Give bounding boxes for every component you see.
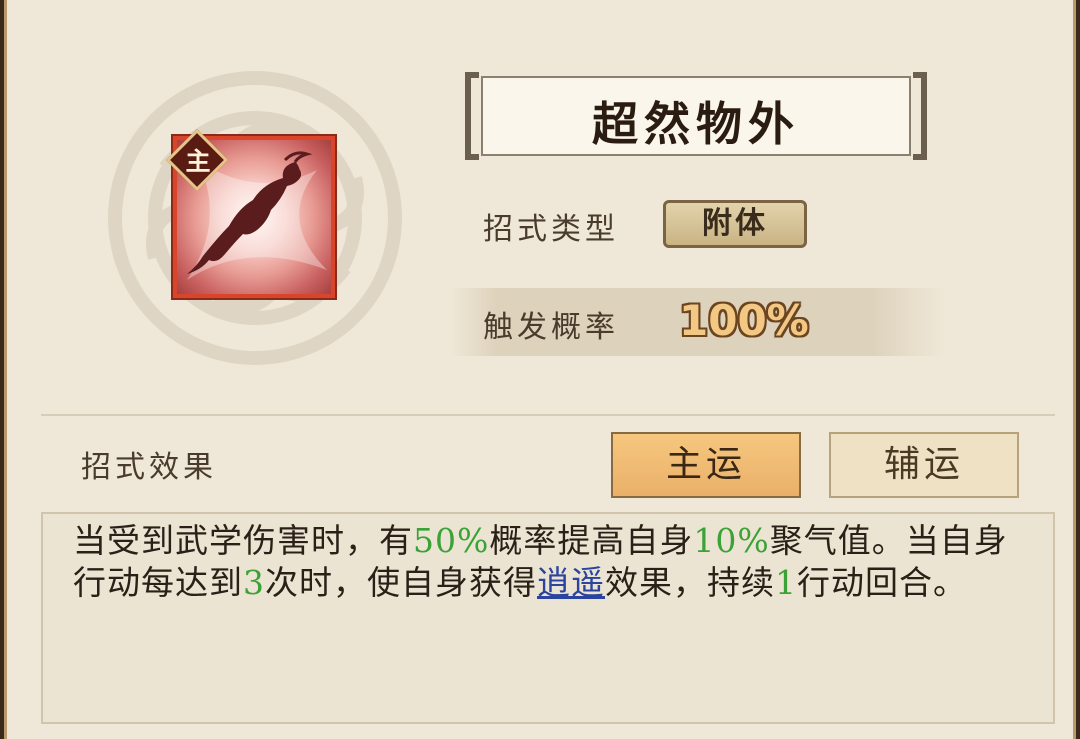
skill-name: 超然物外 [592, 97, 800, 151]
value-highlight: 1 [775, 563, 797, 602]
skill-type-badge: 附体 [663, 200, 807, 248]
value-highlight: 50% [413, 521, 490, 560]
value-highlight: 10% [693, 521, 770, 560]
trigger-prob-label: 触发概率 [483, 310, 619, 345]
tab-aux-skill[interactable]: 辅运 [829, 432, 1019, 498]
xiaoyao-effect-link[interactable]: 逍遥 [537, 563, 605, 602]
skill-title-plaque: 超然物外 [465, 72, 927, 162]
skill-type-label: 招式类型 [483, 212, 619, 247]
value-highlight: 3 [243, 563, 265, 602]
effect-description: 当受到武学伤害时，有50%概率提高自身10%聚气值。当自身行动每达到3次时，使自… [73, 521, 1008, 602]
trigger-prob-value: 100% [679, 296, 809, 345]
effect-label: 招式效果 [81, 450, 217, 485]
main-skill-badge: 主 [165, 128, 229, 192]
divider [41, 414, 1055, 416]
skill-detail-panel: 主 超然物外 招式类型 附体 触发概率 100% 招式效果 主运 辅运 当受到武… [4, 0, 1076, 739]
tab-main-skill[interactable]: 主运 [611, 432, 801, 498]
